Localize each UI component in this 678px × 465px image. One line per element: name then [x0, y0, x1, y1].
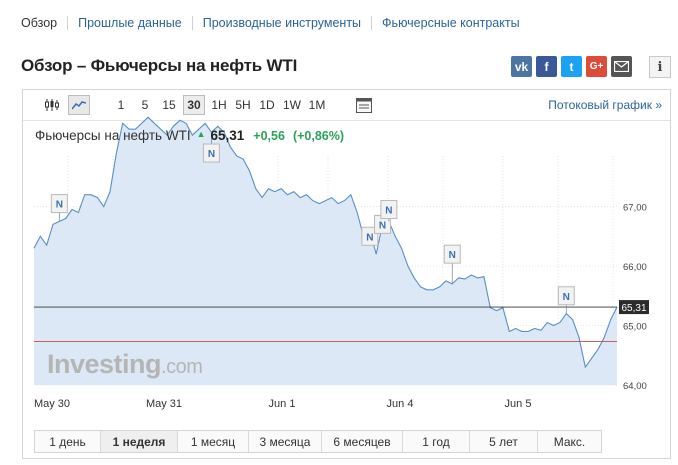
range-max[interactable]: Макс.: [537, 431, 601, 452]
news-marker-label: N: [208, 149, 215, 160]
social-share-bar: vk f t G+: [511, 56, 632, 77]
last-price: 65,31: [210, 128, 245, 143]
range-3-months[interactable]: 3 месяца: [248, 431, 321, 452]
mail-icon[interactable]: [611, 56, 632, 77]
news-marker-label: N: [563, 292, 570, 303]
subnav-historical-data[interactable]: Прошлые данные: [67, 16, 192, 30]
x-tick-label: Jun 4: [387, 398, 414, 410]
chart-widget: 1 5 15 30 1H 5H 1D 1W 1M Потоковый графи…: [22, 89, 671, 459]
vk-icon[interactable]: vk: [511, 56, 532, 77]
twitter-icon[interactable]: t: [561, 56, 582, 77]
info-button[interactable]: i: [649, 56, 671, 78]
range-1-year[interactable]: 1 год: [402, 431, 469, 452]
y-tick-label: 65,00: [623, 322, 647, 333]
current-price-label: 65,31: [621, 303, 646, 314]
page-title: Обзор – Фьючерсы на нефть WTI: [21, 56, 298, 75]
range-1-month[interactable]: 1 месяц: [177, 431, 248, 452]
range-selector: 1 день 1 неделя 1 месяц 3 месяца 6 месяц…: [34, 430, 602, 453]
range-6-months[interactable]: 6 месяцев: [321, 431, 402, 452]
news-marker-label: N: [379, 220, 386, 231]
y-tick-label: 64,00: [623, 381, 647, 392]
y-tick-label: 66,00: [623, 262, 647, 273]
range-1-day[interactable]: 1 день: [35, 431, 100, 452]
subnav-overview[interactable]: Обзор: [21, 16, 67, 30]
quote-header: Фьючерсы на нефть WTI ▲ 65,31 +0,56 (+0,…: [35, 128, 344, 143]
facebook-icon[interactable]: f: [536, 56, 557, 77]
subnav-futures-contracts[interactable]: Фьючерсные контракты: [371, 16, 530, 30]
up-arrow-icon: ▲: [196, 128, 206, 139]
range-1-week[interactable]: 1 неделя: [100, 431, 177, 452]
y-tick-label: 67,00: [623, 203, 647, 214]
google-plus-icon[interactable]: G+: [586, 56, 607, 77]
x-tick-label: May 30: [34, 398, 70, 410]
news-marker-label: N: [385, 206, 392, 217]
news-marker-label: N: [366, 232, 373, 243]
x-tick-label: Jun 5: [505, 398, 532, 410]
x-tick-label: Jun 1: [269, 398, 296, 410]
news-marker-label: N: [56, 200, 63, 211]
range-5-years[interactable]: 5 лет: [469, 431, 537, 452]
sub-navigation: Обзор Прошлые данные Производные инструм…: [21, 12, 530, 34]
instrument-name: Фьючерсы на нефть WTI: [35, 128, 191, 143]
x-tick-label: May 31: [146, 398, 182, 410]
subnav-derivatives[interactable]: Производные инструменты: [191, 16, 371, 30]
news-marker-label: N: [449, 250, 456, 261]
price-change-percent: (+0,86%): [292, 128, 345, 143]
price-change: +0,56: [253, 128, 285, 143]
